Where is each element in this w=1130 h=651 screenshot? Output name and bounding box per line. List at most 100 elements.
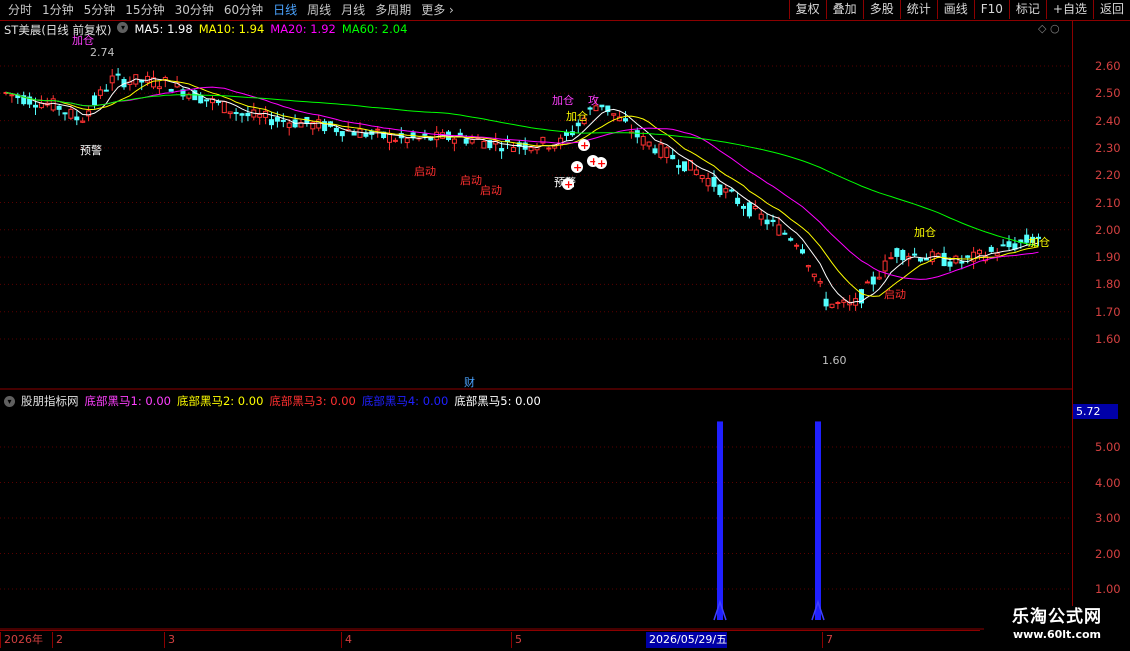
candle-body — [699, 174, 705, 179]
indicator-name: 股朋指标网 — [21, 394, 79, 408]
candle-body — [280, 119, 286, 122]
signal-label-gong: 攻 — [588, 93, 599, 107]
candle-body — [80, 120, 86, 123]
ma-line — [5, 86, 1039, 280]
price-axis-label: 2.00 — [1095, 222, 1121, 237]
candle-body — [357, 128, 363, 138]
signal-label-qidong: 启动 — [480, 184, 502, 197]
candle-body — [257, 113, 263, 118]
candle-body — [900, 249, 906, 261]
period-tab[interactable]: 周线 — [303, 2, 337, 18]
indicator-chart[interactable] — [0, 410, 1072, 630]
candle-body — [62, 112, 68, 115]
date-label: 7 — [822, 632, 833, 648]
candle-body — [817, 280, 823, 284]
chevron-down-icon[interactable]: ▾ — [4, 395, 15, 407]
candle-body — [204, 99, 210, 102]
indicator-current-value: 5.72 — [1073, 404, 1118, 419]
indicator-legend: ▾ 股朋指标网 底部黑马1: 0.00 底部黑马2: 0.00 底部黑马3: 0.0… — [4, 393, 541, 409]
toolbar-button[interactable]: 画线 — [936, 0, 974, 19]
candle-body — [770, 219, 776, 223]
candle-body — [463, 138, 469, 144]
candle-body — [286, 122, 292, 128]
candle-body — [499, 148, 505, 152]
candle-body — [652, 148, 658, 154]
candle-body — [977, 249, 982, 255]
ma-line — [5, 91, 1039, 247]
candle-body — [640, 135, 646, 146]
candle-body — [339, 131, 345, 137]
candle-body — [664, 147, 670, 158]
indicator-legend-item: 底部黑马4: 0.00 — [361, 394, 449, 408]
candle-body — [387, 133, 392, 143]
candle-body — [245, 112, 251, 117]
indicator-items: 底部黑马1: 0.00 底部黑马2: 0.00 底部黑马3: 0.00 底部黑马4: … — [85, 393, 541, 409]
period-tab[interactable]: 日线 — [269, 2, 303, 18]
period-tab[interactable]: 多周期 — [371, 2, 417, 18]
low-price-label: 1.60 — [822, 354, 847, 367]
price-axis-label: 1.70 — [1095, 304, 1121, 319]
candle-body — [805, 265, 811, 268]
period-tab[interactable]: 30分钟 — [171, 2, 220, 18]
toolbar-button[interactable]: +自选 — [1045, 0, 1093, 19]
toolbar-button[interactable]: 返回 — [1092, 0, 1130, 19]
plus-icon: + — [597, 157, 606, 170]
candle-body — [92, 95, 97, 106]
toolbar-button[interactable]: 标记 — [1008, 0, 1046, 19]
candle-body — [1006, 241, 1012, 248]
indicator-legend-item: 底部黑马5: 0.00 — [454, 394, 541, 408]
candle-body — [965, 255, 971, 258]
candle-body — [168, 88, 174, 92]
signal-label-jiacang: 加仓 — [914, 225, 936, 239]
candle-body — [404, 137, 410, 144]
period-tab[interactable]: 1分钟 — [38, 2, 80, 18]
period-tab[interactable]: 分时 — [4, 2, 38, 18]
candle-body — [239, 113, 245, 116]
candle-body — [729, 189, 735, 192]
candle-body — [9, 94, 15, 97]
top-toolbar: 分时 1分钟 5分钟 15分钟 30分钟 60分钟 日线 周线 月线 多周期 更多 › 复权 叠加 多股… — [0, 0, 1130, 21]
candle-body — [711, 177, 717, 187]
indicator-axis-label: 2.00 — [1095, 546, 1121, 561]
candle-body — [758, 213, 764, 220]
period-tab[interactable]: 60分钟 — [220, 2, 269, 18]
candle-body — [274, 117, 280, 122]
period-tab[interactable]: 15分钟 — [121, 2, 170, 18]
price-axis-label: 1.60 — [1095, 332, 1121, 346]
signal-label-jiacang: 加仓 — [552, 93, 574, 107]
finance-marker: 财 — [464, 375, 475, 389]
candle-body — [841, 299, 847, 303]
candle-body — [74, 116, 80, 121]
candle-body — [634, 130, 640, 138]
candle-body — [670, 154, 676, 160]
toolbar-button[interactable]: F10 — [973, 0, 1009, 19]
signal-label-jiacang: 加仓 — [1028, 235, 1050, 249]
candle-body — [587, 107, 593, 110]
candle-body — [198, 94, 204, 104]
period-tab[interactable]: 5分钟 — [80, 2, 122, 18]
candle-body — [564, 131, 569, 136]
plus-icon: + — [564, 178, 573, 191]
toolbar-button[interactable]: 叠加 — [825, 0, 863, 19]
candle-body — [481, 140, 487, 149]
indicator-axis-label: 3.00 — [1095, 511, 1121, 525]
candle-body — [68, 108, 74, 119]
candle-body — [888, 257, 894, 260]
price-axis-label: 1.80 — [1095, 277, 1121, 292]
toolbar-button[interactable]: 多股 — [862, 0, 900, 19]
toolbar-button[interactable]: 统计 — [899, 0, 937, 19]
price-axis-label: 2.40 — [1095, 113, 1121, 128]
period-tab[interactable]: 更多 › — [417, 2, 460, 18]
candle-body — [794, 244, 800, 247]
period-tab[interactable]: 月线 — [337, 2, 371, 18]
candle-body — [988, 246, 994, 252]
indicator-bar — [717, 421, 723, 620]
candlestick-chart[interactable]: 2.741.60加仓加仓加仓加仓加仓启动启动启动启动预警预警攻财+++++ — [0, 20, 1072, 390]
candle-body — [109, 75, 115, 84]
candle-body — [811, 273, 817, 278]
date-axis: 2026年 2 3 4 5 2026/05/29/五 7 — [0, 630, 980, 651]
candle-body — [741, 205, 746, 209]
toolbar-button[interactable]: 复权 — [788, 0, 826, 19]
candle-body — [776, 224, 782, 236]
indicator-axis-label: 4.00 — [1095, 475, 1121, 490]
